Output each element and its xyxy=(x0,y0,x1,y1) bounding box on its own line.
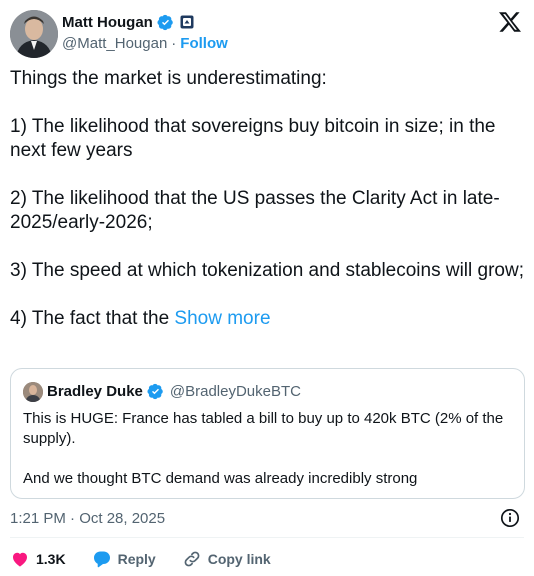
like-count: 1.3K xyxy=(36,551,66,567)
author-name-row: Matt Hougan xyxy=(62,12,194,32)
tweet-paragraph: Things the market is underestimating: xyxy=(10,68,327,89)
heart-icon xyxy=(13,552,27,567)
reply-button[interactable]: Reply xyxy=(92,549,156,569)
link-icon xyxy=(184,551,200,567)
tweet-paragraph-truncated: 4) The fact that the Show more xyxy=(10,307,524,331)
footer-divider xyxy=(10,537,524,538)
quoted-author-avatar xyxy=(23,382,43,402)
tweet-text: Things the market is underestimating: 1)… xyxy=(10,67,524,331)
quoted-author-handle: @BradleyDukeBTC xyxy=(169,383,301,400)
info-icon[interactable] xyxy=(500,508,520,528)
quoted-tweet-text: This is HUGE: France has tabled a bill t… xyxy=(23,409,513,489)
tweet-timestamp[interactable]: 1:21 PM · Oct 28, 2025 xyxy=(10,510,165,527)
truncated-text: 4) The fact that the xyxy=(10,308,175,329)
quoted-author-row: Bradley Duke @BradleyDukeBTC xyxy=(47,383,301,400)
tweet-paragraph: 1) The likelihood that sovereigns buy bi… xyxy=(10,116,496,161)
copy-link-button[interactable]: Copy link xyxy=(182,549,271,569)
author-avatar[interactable] xyxy=(10,10,58,58)
separator-dot: · xyxy=(171,35,177,52)
affiliate-badge-icon[interactable] xyxy=(180,15,194,29)
x-logo-icon[interactable] xyxy=(498,10,522,34)
quoted-paragraph: And we thought BTC demand was already in… xyxy=(23,470,418,487)
verified-badge-icon xyxy=(147,383,164,400)
copy-link-label: Copy link xyxy=(207,551,271,567)
author-handle[interactable]: @Matt_Hougan xyxy=(62,35,167,52)
reply-label: Reply xyxy=(117,551,156,567)
like-button[interactable]: 1.3K xyxy=(10,549,66,569)
tweet-card: Matt Hougan @Matt_Hougan · Follow Things… xyxy=(0,0,534,576)
author-display-name[interactable]: Matt Hougan xyxy=(62,14,153,31)
action-bar: 1.3K Reply Copy link xyxy=(10,548,297,570)
reply-bubble-icon xyxy=(93,551,110,568)
verified-badge-icon xyxy=(157,14,174,31)
tweet-paragraph: 3) The speed at which tokenization and s… xyxy=(10,260,524,281)
follow-button[interactable]: Follow xyxy=(180,35,228,52)
show-more-link[interactable]: Show more xyxy=(174,308,270,329)
quoted-paragraph: This is HUGE: France has tabled a bill t… xyxy=(23,410,504,447)
tweet-paragraph: 2) The likelihood that the US passes the… xyxy=(10,188,500,233)
author-handle-row: @Matt_Hougan · Follow xyxy=(62,35,228,52)
quoted-author-name: Bradley Duke xyxy=(47,383,143,400)
quoted-tweet[interactable]: Bradley Duke @BradleyDukeBTC This is HUG… xyxy=(10,368,525,499)
